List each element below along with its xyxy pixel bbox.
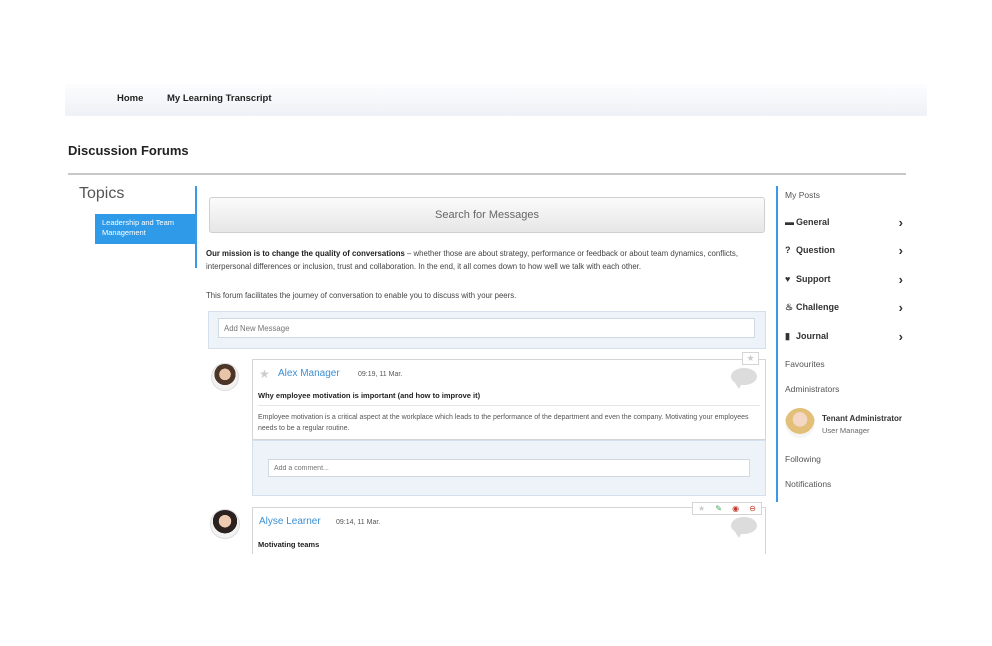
admin-name[interactable]: Tenant Administrator — [822, 414, 902, 423]
admin-role: User Manager — [822, 426, 870, 435]
delete-icon[interactable]: ⊖ — [749, 503, 756, 514]
post-timestamp: 09:19, 11 Mar. — [358, 371, 403, 378]
fire-icon: ♨ — [785, 301, 794, 312]
chevron-right-icon: › — [898, 299, 903, 315]
post-actions: ★ ✎ ◉ ⊖ — [692, 502, 762, 515]
sidebar-following[interactable]: Following — [785, 454, 821, 464]
sidebar-item-label: Journal — [796, 331, 829, 341]
star-icon[interactable]: ★ — [259, 367, 270, 381]
sidebar-item-journal[interactable]: ▮ Journal › — [785, 328, 903, 344]
post-timestamp: 09:14, 11 Mar. — [336, 519, 381, 526]
nav-home-link[interactable]: Home — [117, 93, 143, 104]
heart-icon: ♥ — [785, 274, 791, 284]
nav-transcript-link[interactable]: My Learning Transcript — [167, 93, 272, 104]
topics-divider — [195, 186, 197, 268]
sidebar-administrators[interactable]: Administrators — [785, 384, 839, 394]
post-title: Motivating teams — [258, 540, 320, 549]
sidebar-item-general[interactable]: ▬ General › — [785, 214, 903, 230]
sidebar-item-label: Support — [796, 274, 831, 284]
avatar[interactable] — [785, 408, 815, 438]
sidebar-my-posts[interactable]: My Posts — [785, 190, 820, 200]
post-body: Employee motivation is a critical aspect… — [258, 414, 749, 432]
post-divider — [258, 405, 760, 406]
add-message-input[interactable] — [218, 318, 755, 338]
forum-description: This forum facilitates the journey of co… — [206, 291, 517, 300]
mission-bold: Our mission is to change the quality of … — [206, 249, 405, 258]
sidebar-item-question[interactable]: ? Question › — [785, 242, 903, 258]
page-title: Discussion Forums — [68, 143, 189, 158]
post-author[interactable]: Alex Manager — [278, 368, 340, 379]
sidebar-item-label: Challenge — [796, 302, 840, 312]
chevron-right-icon: › — [898, 328, 903, 344]
search-messages-button[interactable]: Search for Messages — [209, 197, 765, 233]
mission-statement: Our mission is to change the quality of … — [206, 248, 766, 273]
comment-bubble-icon[interactable] — [731, 368, 757, 389]
question-icon: ? — [785, 245, 791, 255]
content-cutoff — [200, 554, 780, 646]
book-icon: ▮ — [785, 330, 790, 341]
star-icon[interactable]: ★ — [698, 503, 705, 514]
comment-icon: ▬ — [785, 217, 794, 227]
sidebar-favourites[interactable]: Favourites — [785, 359, 825, 369]
sidebar-item-label: General — [796, 217, 830, 227]
chevron-right-icon: › — [898, 271, 903, 287]
sidebar-notifications[interactable]: Notifications — [785, 479, 831, 489]
topics-heading: Topics — [79, 185, 125, 202]
avatar[interactable] — [211, 363, 239, 391]
chevron-right-icon: › — [898, 214, 903, 230]
sidebar-item-challenge[interactable]: ♨ Challenge › — [785, 299, 903, 315]
view-eye-icon[interactable]: ◉ — [732, 503, 739, 514]
post-title: Why employee motivation is important (an… — [258, 391, 481, 400]
sidebar-item-support[interactable]: ♥ Support › — [785, 271, 903, 287]
avatar[interactable] — [210, 509, 240, 539]
comment-input[interactable] — [268, 459, 750, 477]
chevron-right-icon: › — [898, 242, 903, 258]
topic-item-leadership[interactable]: Leadership and Team Management — [95, 214, 195, 244]
post-author[interactable]: Alyse Learner — [259, 516, 321, 527]
favourite-star-button[interactable]: ★ — [742, 352, 759, 365]
title-divider — [68, 173, 906, 175]
comment-bubble-icon[interactable] — [731, 517, 757, 538]
sidebar-divider — [776, 186, 778, 502]
edit-pencil-icon[interactable]: ✎ — [715, 503, 722, 514]
sidebar-item-label: Question — [796, 245, 836, 255]
search-messages-label: Search for Messages — [435, 209, 539, 221]
